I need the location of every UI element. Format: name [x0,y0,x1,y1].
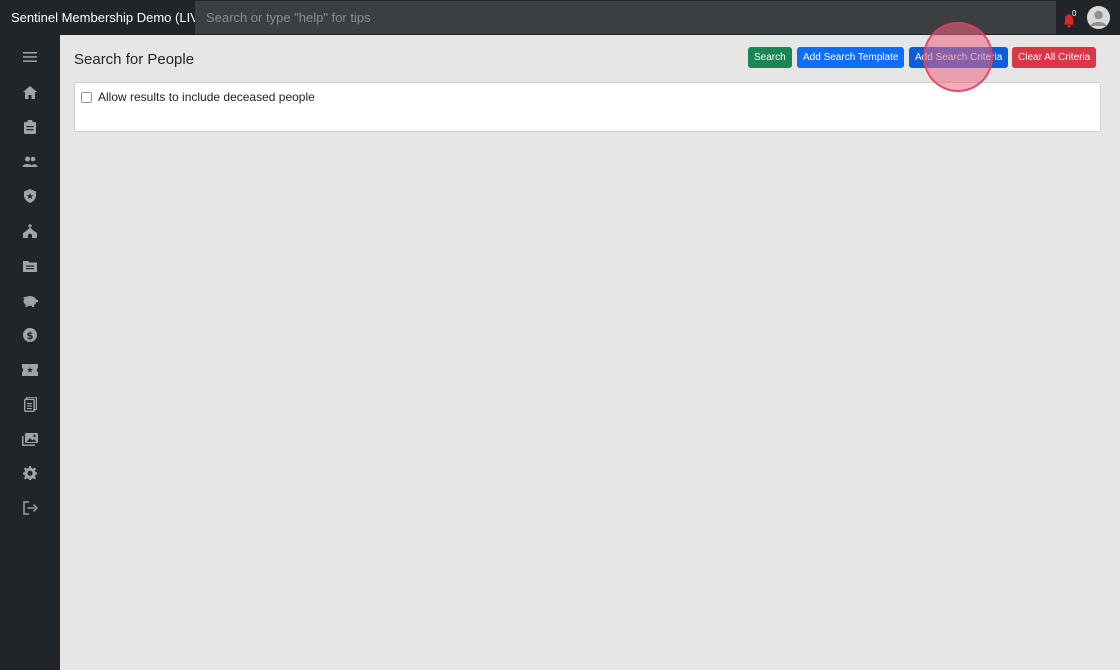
add-search-template-button[interactable]: Add Search Template [797,47,905,68]
clear-all-criteria-button[interactable]: Clear All Criteria [1012,47,1097,68]
dollar-icon[interactable]: $ [20,325,40,345]
shield-icon[interactable] [20,186,40,206]
include-deceased-label: Allow results to include deceased people [98,90,315,104]
notification-count: 0 [1072,9,1077,18]
svg-text:$: $ [27,331,34,342]
logout-icon[interactable] [20,498,40,518]
user-avatar[interactable] [1087,6,1110,29]
add-search-criteria-button[interactable]: Add Search Criteria [909,47,1009,68]
church-icon[interactable] [20,221,40,241]
folder-icon[interactable] [20,256,40,276]
ticket-icon[interactable] [20,360,40,380]
gear-icon[interactable] [20,463,40,483]
documents-icon[interactable] [20,394,40,414]
main-content: Search for People Search Add Search Temp… [60,35,1120,670]
search-criteria-panel: Allow results to include deceased people [74,82,1101,132]
clipboard-icon[interactable] [20,117,40,137]
include-deceased-option[interactable]: Allow results to include deceased people [81,90,315,104]
top-navbar: Sentinel Membership Demo (LIVE) 0 [0,0,1120,35]
people-icon[interactable] [20,151,40,171]
photos-icon[interactable] [20,429,40,449]
home-icon[interactable] [20,82,40,102]
include-deceased-checkbox[interactable] [81,91,92,103]
app-title[interactable]: Sentinel Membership Demo (LIVE) [0,10,212,25]
piggy-bank-icon[interactable] [20,290,40,310]
global-search-input[interactable] [195,1,1056,34]
menu-icon[interactable] [20,47,40,67]
sidebar: $ [0,35,60,670]
page-title: Search for People [74,51,195,68]
search-button[interactable]: Search [748,47,792,68]
